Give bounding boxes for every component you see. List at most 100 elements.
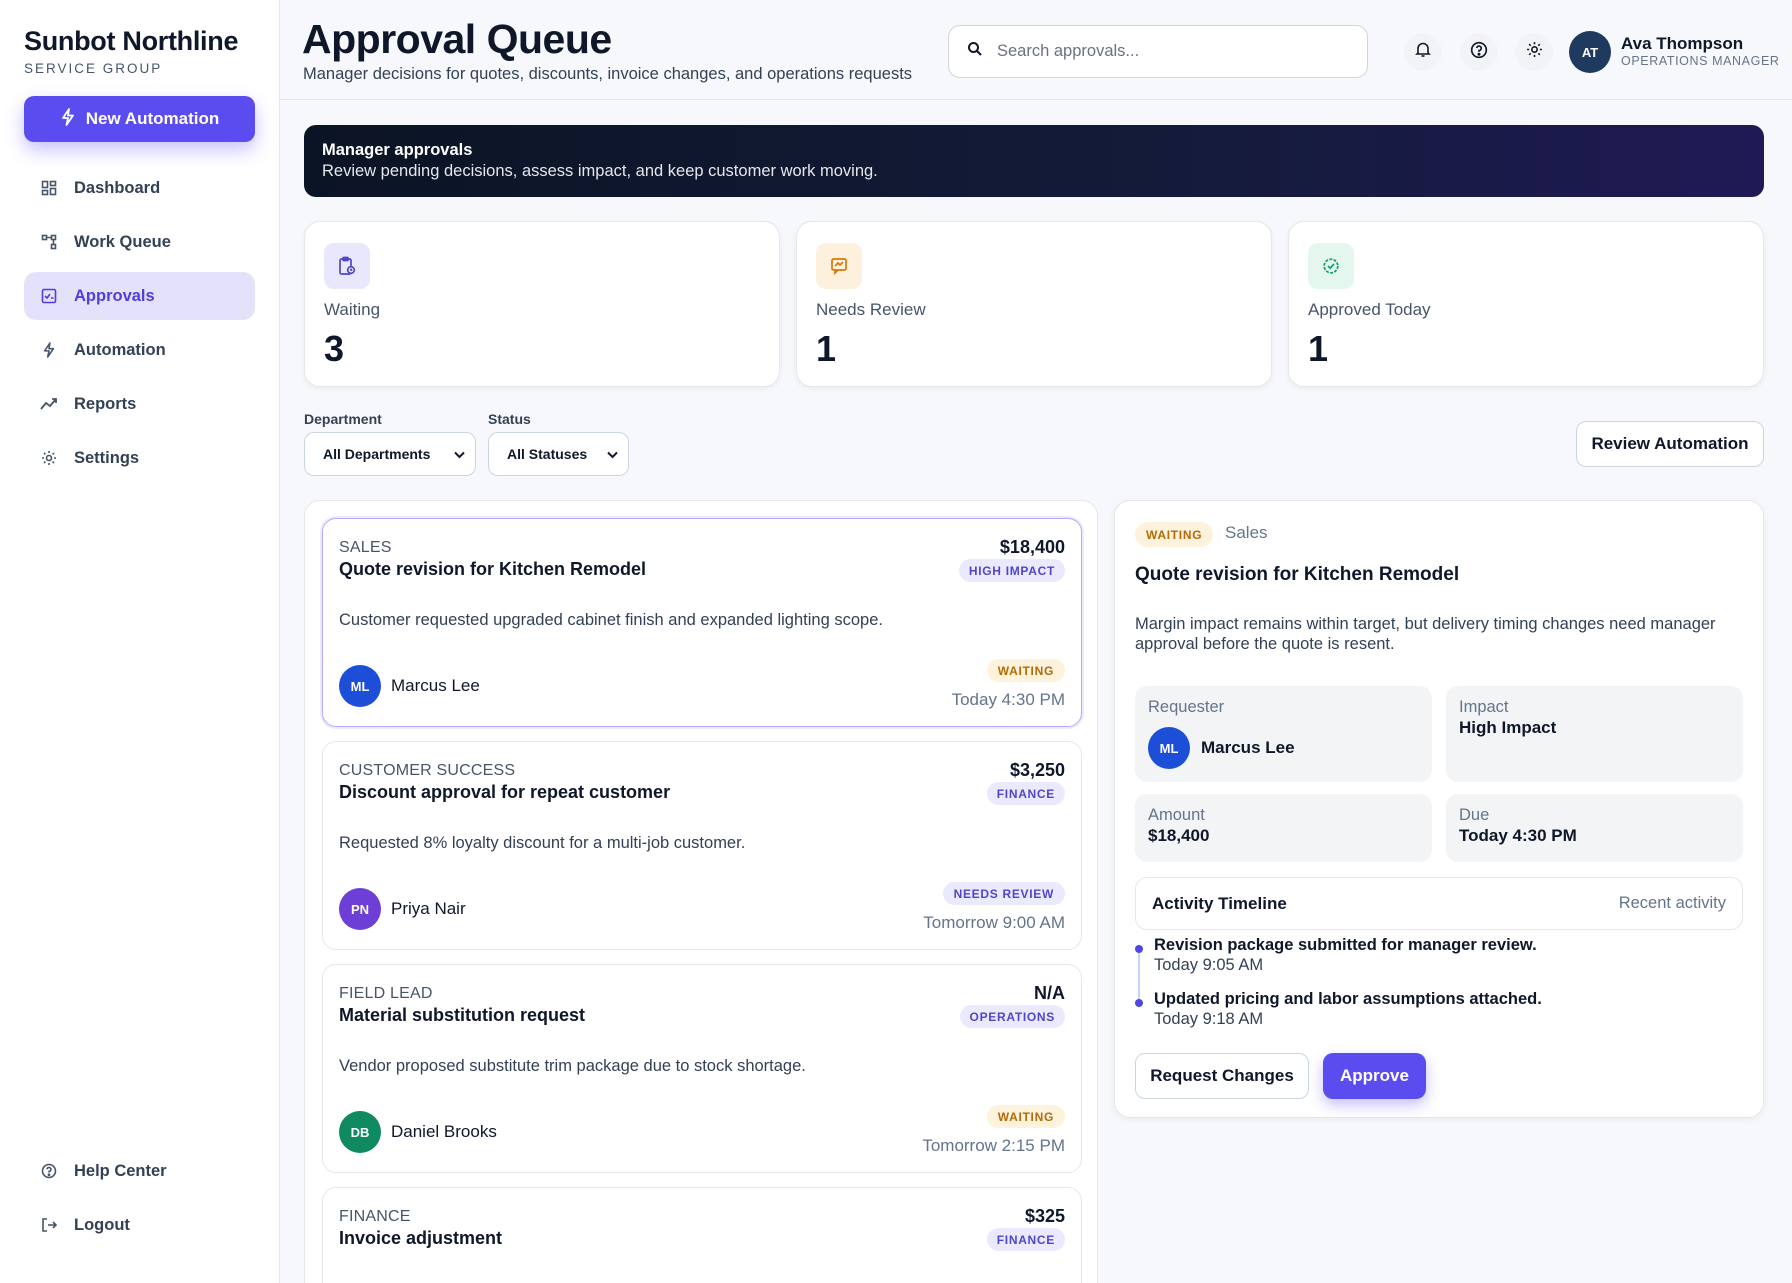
review-automation-button[interactable]: Review Automation <box>1576 421 1764 467</box>
approval-description: Customer requested upgraded cabinet fini… <box>339 611 883 629</box>
search-icon <box>967 41 983 62</box>
status-select[interactable]: All Statuses <box>488 432 629 476</box>
approval-description: Requested 8% loyalty discount for a mult… <box>339 834 746 852</box>
help-icon <box>40 1162 58 1180</box>
sidebar-nav: Dashboard Work Queue Approvals Automatio… <box>24 164 255 482</box>
approval-amount: $3,250 <box>1009 760 1065 780</box>
sidebar-item-label: Automation <box>74 340 166 359</box>
search-input[interactable] <box>997 42 1337 61</box>
timeline-recent-label: Recent activity <box>1618 894 1726 912</box>
check-badge-icon <box>1308 243 1354 289</box>
approval-detail-panel: WAITING Sales Quote revision for Kitchen… <box>1114 500 1764 1118</box>
banner-text: Review pending decisions, assess impact,… <box>322 162 878 180</box>
amount-box: Amount $18,400 <box>1135 794 1432 862</box>
stat-label: Waiting <box>324 300 381 319</box>
approval-amount: $18,400 <box>999 537 1065 557</box>
avatar: ML <box>1148 727 1190 769</box>
stat-value: 3 <box>324 328 345 369</box>
bolt-icon <box>40 341 58 359</box>
status-badge: WAITING <box>986 1105 1065 1128</box>
search-box[interactable] <box>948 25 1368 78</box>
detail-department: Sales <box>1225 523 1268 542</box>
due-value: Today 4:30 PM <box>1459 826 1577 845</box>
approval-title: Material substitution request <box>339 1005 586 1025</box>
chevron-down-icon <box>607 446 618 462</box>
approval-tag: OPERATIONS <box>959 1005 1065 1028</box>
impact-label: Impact <box>1459 698 1509 716</box>
approval-due-time: Today 4:30 PM <box>951 690 1065 709</box>
approval-due-time: Tomorrow 9:00 AM <box>923 913 1065 932</box>
request-changes-button[interactable]: Request Changes <box>1135 1053 1309 1099</box>
status-badge: WAITING <box>1135 522 1214 547</box>
clipboard-clock-icon <box>324 243 370 289</box>
timeline-time: Today 9:18 AM <box>1154 1010 1264 1028</box>
chevron-down-icon <box>454 446 465 462</box>
approval-title: Discount approval for repeat customer <box>339 782 671 802</box>
sidebar-item-logout[interactable]: Logout <box>24 1201 255 1249</box>
sidebar-item-label: Dashboard <box>74 178 161 197</box>
approval-department: CUSTOMER SUCCESS <box>339 762 516 779</box>
requester-label: Requester <box>1148 698 1225 716</box>
notifications-button[interactable] <box>1404 33 1442 71</box>
department-select[interactable]: All Departments <box>304 432 476 476</box>
timeline-dot <box>1135 999 1143 1007</box>
approval-card[interactable]: FINANCE Invoice adjustment $325 FINANCE <box>322 1187 1082 1283</box>
stat-label: Approved Today <box>1308 300 1431 319</box>
manager-approvals-banner: Manager approvals Review pending decisio… <box>304 125 1764 197</box>
help-button[interactable] <box>1460 33 1498 71</box>
sidebar-item-label: Help Center <box>74 1161 167 1180</box>
avatar: PN <box>339 888 381 930</box>
brand-name: Sunbot Northline <box>24 26 239 56</box>
bolt-icon <box>60 107 76 131</box>
sidebar-item-work-queue[interactable]: Work Queue <box>24 218 255 266</box>
header-divider <box>280 99 1792 100</box>
detail-title: Quote revision for Kitchen Remodel <box>1135 564 1460 585</box>
approval-amount: $325 <box>1024 1206 1065 1226</box>
dashboard-icon <box>40 179 58 197</box>
timeline-line <box>1138 949 1140 1001</box>
new-automation-label: New Automation <box>85 109 220 128</box>
approval-title: Quote revision for Kitchen Remodel <box>339 559 647 579</box>
timeline-dot <box>1135 945 1143 953</box>
trend-icon <box>40 395 58 413</box>
stat-value: 1 <box>816 328 837 369</box>
sidebar-item-help-center[interactable]: Help Center <box>24 1147 255 1195</box>
sidebar-item-automation[interactable]: Automation <box>24 326 255 374</box>
status-filter-label: Status <box>488 411 531 427</box>
department-filter-label: Department <box>304 411 382 427</box>
sidebar-item-label: Approvals <box>74 286 155 305</box>
approval-card[interactable]: SALES Quote revision for Kitchen Remodel… <box>322 518 1082 727</box>
sidebar-item-settings[interactable]: Settings <box>24 434 255 482</box>
sidebar-bottom: Help Center Logout <box>24 1147 255 1255</box>
due-box: Due Today 4:30 PM <box>1446 794 1743 862</box>
sidebar-item-dashboard[interactable]: Dashboard <box>24 164 255 212</box>
page-subtitle: Manager decisions for quotes, discounts,… <box>303 65 913 83</box>
approval-tag: FINANCE <box>986 782 1065 805</box>
timeline-event: Updated pricing and labor assumptions at… <box>1154 990 1542 1008</box>
timeline-event: Revision package submitted for manager r… <box>1154 936 1537 954</box>
sidebar-item-reports[interactable]: Reports <box>24 380 255 428</box>
impact-box: Impact High Impact <box>1446 686 1743 782</box>
user-avatar[interactable]: AT <box>1569 31 1611 73</box>
amount-value: $18,400 <box>1148 826 1210 845</box>
department-select-value: All Departments <box>323 446 431 462</box>
approval-card[interactable]: CUSTOMER SUCCESS Discount approval for r… <box>322 741 1082 950</box>
new-automation-button[interactable]: New Automation <box>24 96 255 142</box>
gear-icon <box>1526 41 1543 63</box>
sidebar-item-approvals[interactable]: Approvals <box>24 272 255 320</box>
approval-department: FINANCE <box>339 1208 411 1225</box>
approval-list-panel: SALES Quote revision for Kitchen Remodel… <box>304 500 1098 1283</box>
approval-title: Invoice adjustment <box>339 1228 503 1248</box>
stat-card-approved-today: Approved Today 1 <box>1288 221 1764 387</box>
approval-requester: Daniel Brooks <box>391 1122 497 1141</box>
user-name: Ava Thompson <box>1621 34 1744 53</box>
brand-subtitle: SERVICE GROUP <box>24 61 163 76</box>
approval-requester: Marcus Lee <box>391 676 480 695</box>
logout-icon <box>40 1216 58 1234</box>
settings-button[interactable] <box>1515 33 1553 71</box>
stat-label: Needs Review <box>816 300 926 319</box>
approve-button[interactable]: Approve <box>1323 1053 1426 1099</box>
avatar: DB <box>339 1111 381 1153</box>
approval-card[interactable]: FIELD LEAD Material substitution request… <box>322 964 1082 1173</box>
avatar: ML <box>339 665 381 707</box>
